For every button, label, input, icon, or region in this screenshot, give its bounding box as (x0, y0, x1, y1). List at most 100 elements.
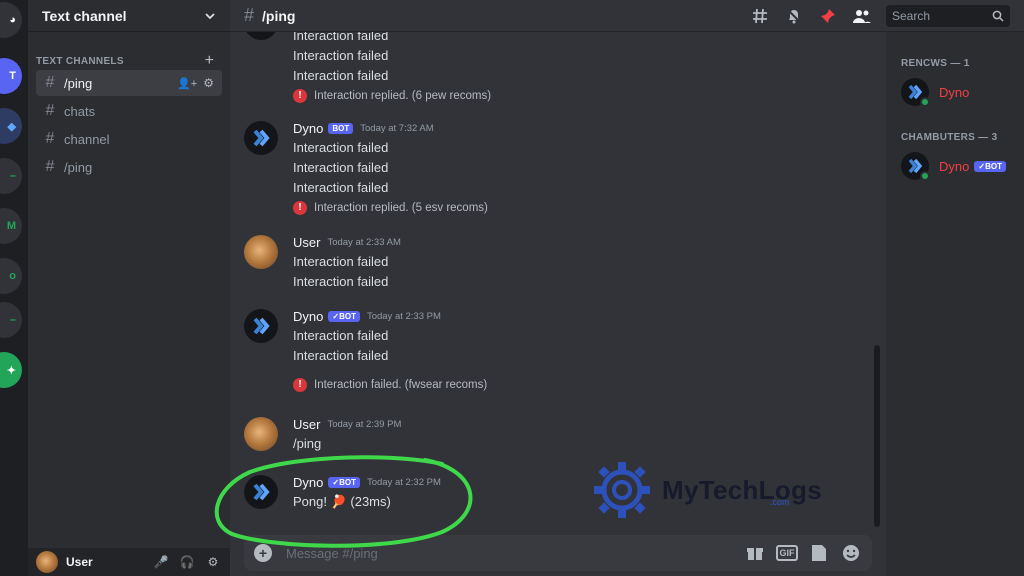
avatar[interactable] (36, 551, 58, 573)
channel-header: # /ping Search (230, 0, 1024, 32)
headphones-icon[interactable]: 🎧 (178, 553, 196, 571)
message-line: Interaction failed (293, 254, 389, 269)
dyno-logo-icon (253, 483, 270, 501)
message-input[interactable]: Message #/ping (286, 546, 734, 561)
channel-item-ping[interactable]: # /ping 👤+ ⚙ (36, 70, 222, 96)
user-panel: User 🎤 🎧 ⚙ (28, 548, 230, 576)
home-server-icon[interactable]: ◕ (0, 2, 22, 38)
dyno-logo-icon (253, 129, 270, 147)
sticker-icon[interactable] (808, 543, 830, 563)
author-name[interactable]: User (293, 417, 320, 432)
explore-icon: ✦ (6, 364, 16, 377)
online-status-icon (920, 97, 930, 107)
channel-category[interactable]: TEXT CHANNELS + (28, 52, 230, 70)
invite-icon[interactable]: 👤+ (177, 77, 197, 90)
timestamp: Today at 2:32 PM (366, 477, 441, 488)
server-icon[interactable]: o (0, 258, 22, 294)
error-icon: ! (293, 89, 307, 104)
server-header[interactable]: Text channel (28, 0, 230, 32)
emoji-icon[interactable] (840, 543, 862, 563)
author-name[interactable]: Dyno (293, 309, 323, 324)
dyno-icon: ◆ (7, 120, 16, 133)
watermark: MyTechLogs (590, 458, 822, 522)
error-icon: ! (293, 377, 307, 392)
message: User Today at 2:39 PM /ping (244, 415, 864, 454)
server-rail: ◕ T ◆ – M o – ✦ (0, 0, 28, 576)
server-title: Text channel (42, 7, 127, 24)
message: Interaction failed Interaction failed In… (244, 32, 864, 107)
member-item[interactable]: Dyno ✓BOT (901, 152, 1006, 181)
channel-name: channel (64, 131, 110, 147)
bot-badge: ✓BOT (328, 477, 360, 488)
gear-logo-icon (594, 462, 650, 518)
member-group-label: RENCWS — 1 (901, 58, 970, 69)
gear-icon[interactable]: ⚙ (203, 76, 214, 90)
timestamp: Today at 2:33 AM (327, 237, 401, 248)
bot-badge: ✓BOT (328, 311, 360, 322)
channel-name: chats (64, 103, 96, 119)
message-line: Interaction failed (293, 273, 389, 289)
gear-icon[interactable]: ⚙ (204, 553, 222, 571)
search-icon (992, 10, 1004, 22)
message: User Today at 2:33 AM Interaction failed… (244, 233, 864, 292)
scrollbar[interactable] (874, 345, 880, 527)
avatar[interactable] (244, 309, 278, 343)
user-name: User (66, 555, 93, 569)
timestamp: Today at 2:39 PM (327, 419, 402, 430)
member-item[interactable]: Dyno (901, 78, 970, 107)
dash-icon: – (9, 170, 16, 182)
watermark-brand: MyTechLogs (662, 474, 822, 505)
message-line: Interaction failed (293, 67, 389, 83)
pin-icon[interactable] (818, 6, 838, 26)
channel-item-channel[interactable]: # channel (36, 126, 222, 152)
member-list: RENCWS — 1 Dyno CHAMBUTERS — 3 Dyno ✓BOT (886, 32, 1024, 576)
channel-name: /ping (64, 159, 93, 175)
bot-badge: BOT (328, 123, 354, 134)
channel-sidebar: Text channel TEXT CHANNELS + # /ping 👤+ … (28, 0, 230, 576)
message: Dyno ✓BOT Today at 2:33 PM Interaction f… (244, 307, 864, 396)
server-icon[interactable]: ◆ (0, 108, 22, 144)
avatar[interactable] (244, 32, 278, 40)
server-icon[interactable]: M (0, 208, 22, 244)
avatar[interactable] (244, 475, 278, 509)
message: Dyno BOT Today at 7:32 AM Interaction fa… (244, 119, 864, 219)
channel-item-chats[interactable]: # chats (36, 98, 222, 124)
avatar (901, 78, 930, 107)
gif-icon[interactable]: GIF (776, 545, 798, 561)
channel-title: /ping (262, 7, 296, 24)
online-status-icon (920, 171, 930, 181)
dyno-logo-icon (253, 317, 270, 335)
members-icon[interactable] (852, 6, 872, 26)
threads-icon[interactable] (750, 6, 770, 26)
message-line: Interaction failed (293, 140, 389, 155)
member-group-label: CHAMBUTERS — 3 (901, 132, 998, 143)
hash-icon: # (45, 130, 55, 147)
add-attachment-icon[interactable]: + (254, 544, 272, 562)
error-icon: ! (293, 201, 307, 216)
avatar[interactable] (244, 417, 278, 451)
channel-item-ping-2[interactable]: # /ping (36, 154, 222, 180)
message-line: Interaction failed (293, 328, 389, 343)
mute-mic-icon[interactable]: 🎤 (152, 553, 170, 571)
search-input[interactable]: Search (886, 4, 1010, 27)
timestamp: Today at 2:33 PM (366, 311, 441, 322)
dash-icon: – (9, 314, 16, 326)
server-icon[interactable]: – (0, 302, 22, 338)
add-channel-icon[interactable]: + (205, 52, 214, 70)
author-name[interactable]: User (293, 235, 320, 250)
avatar[interactable] (244, 121, 278, 155)
author-name[interactable]: Dyno (293, 475, 323, 490)
timestamp: Today at 7:32 AM (360, 123, 434, 134)
bell-mute-icon[interactable] (784, 6, 804, 26)
bot-badge: ✓BOT (974, 160, 1006, 172)
gift-icon[interactable] (744, 543, 766, 563)
server-icon[interactable]: – (0, 158, 22, 194)
avatar[interactable] (244, 235, 278, 269)
message-composer: + Message #/ping GIF (244, 535, 872, 571)
message-line: Interaction failed (293, 159, 389, 175)
server-icon[interactable]: ✦ (0, 352, 22, 388)
server-icon[interactable]: T (0, 58, 22, 94)
message-line: Interaction failed (293, 179, 389, 195)
member-name: Dyno (939, 84, 970, 100)
author-name[interactable]: Dyno (293, 121, 323, 136)
